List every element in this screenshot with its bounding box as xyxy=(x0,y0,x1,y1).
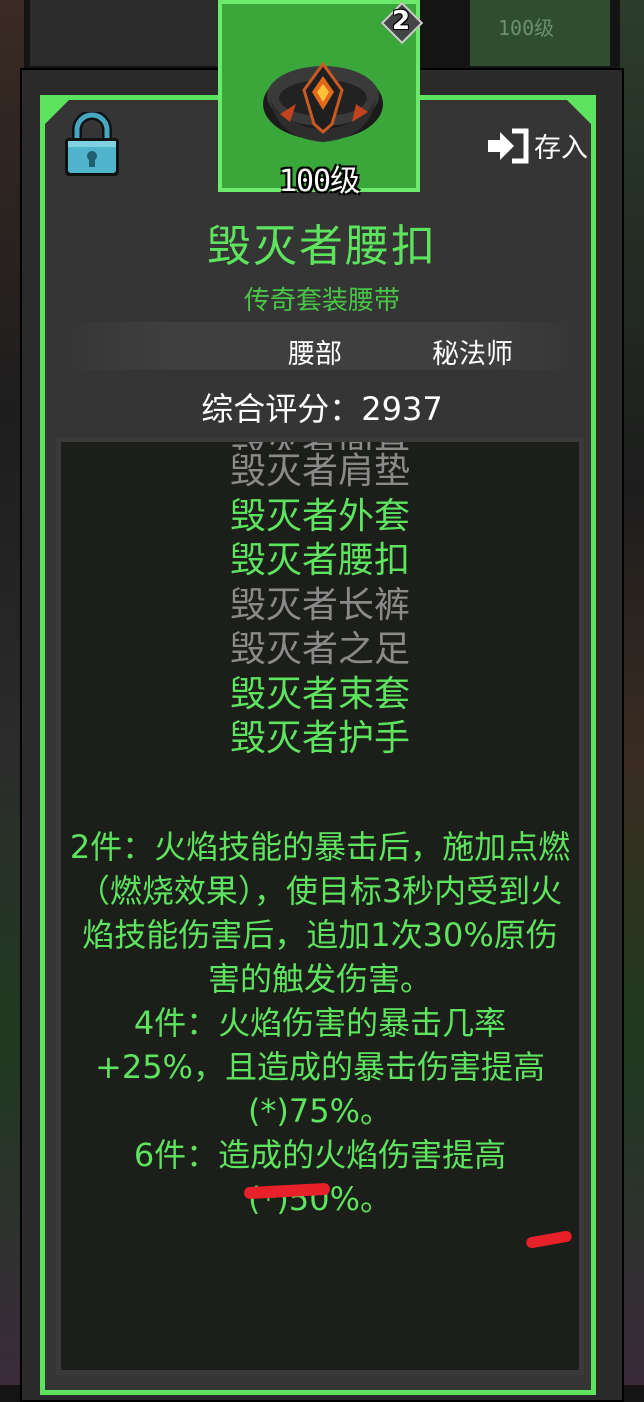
count-badge-number: 2 xyxy=(391,6,411,36)
count-badge: 2 xyxy=(380,1,424,45)
item-score: 综合评分：2937 xyxy=(201,390,443,428)
set-item-list: 毁灭者面具 毁灭者肩垫 毁灭者外套 毁灭者腰扣 毁灭者长裤 毁灭者之足 毁灭者束… xyxy=(61,442,579,762)
set-item: 毁灭者面具 xyxy=(61,442,579,450)
background-level-label: 100级 xyxy=(498,16,555,40)
background-item-slot xyxy=(30,0,220,66)
set-item: 毁灭者长裤 xyxy=(229,584,410,626)
set-item: 毁灭者肩垫 xyxy=(229,451,410,492)
item-name: 毁灭者腰扣 xyxy=(207,221,437,272)
item-class: 秘法师 xyxy=(432,339,513,370)
set-bonus-6: 6件：造成的火焰伤害提高(*)50%。 xyxy=(133,1136,507,1218)
set-item: 毁灭者束套 xyxy=(229,673,410,715)
set-item: 毁灭者外套 xyxy=(229,495,410,537)
set-bonus-text: 2件：火焰技能的暴击后，施加点燃（燃烧效果），使目标3秒内受到火焰技能伤害后，追… xyxy=(69,825,571,1221)
set-item: 毁灭者护手 xyxy=(229,718,410,759)
item-level: 100级 xyxy=(278,164,360,199)
set-bonus-4: 4件：火焰伤害的暴击几率+25%，且造成的暴击伤害提高(*)75%。 xyxy=(95,1004,545,1130)
item-type: 传奇套装腰带 xyxy=(243,286,400,316)
item-slot: 腰部 xyxy=(288,339,342,370)
set-description-box[interactable]: 毁灭者面具 毁灭者肩垫 毁灭者外套 毁灭者腰扣 毁灭者长裤 毁灭者之足 毁灭者束… xyxy=(56,437,584,1375)
set-item: 毁灭者腰扣 xyxy=(229,540,410,581)
belt-ring-icon xyxy=(263,61,383,142)
lock-icon[interactable] xyxy=(63,112,121,178)
deposit-label: 存入 xyxy=(534,133,588,164)
deposit-button[interactable]: 存入 xyxy=(486,126,588,165)
set-item: 毁灭者之足 xyxy=(229,629,410,670)
deposit-icon xyxy=(488,128,529,163)
panel-corner xyxy=(567,100,591,124)
background-item-slot-right: 100级 xyxy=(470,0,610,66)
set-bonus-2: 2件：火焰技能的暴击后，施加点燃（燃烧效果），使目标3秒内受到火焰技能伤害后，追… xyxy=(69,828,571,998)
